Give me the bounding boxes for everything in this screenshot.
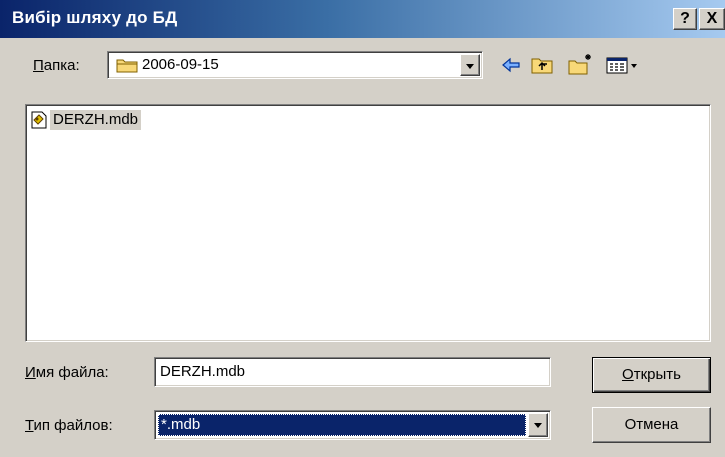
close-button[interactable]: X — [699, 8, 725, 30]
filename-label: Имя файла: — [25, 364, 109, 381]
back-arrow-icon[interactable] — [500, 53, 522, 77]
folder-icon — [116, 59, 138, 73]
up-folder-icon[interactable] — [530, 53, 554, 77]
look-in-combo[interactable]: 2006-09-15 — [107, 51, 483, 79]
filetype-dropdown-button[interactable] — [528, 413, 548, 437]
filetype-label: Тип файлов: — [25, 417, 113, 434]
filetype-selection: *.mdb — [158, 414, 526, 436]
look-in-label: Папка: — [33, 57, 80, 74]
file-name: DERZH.mdb — [50, 110, 142, 130]
file-list[interactable]: DERZH.mdb — [25, 104, 711, 342]
filetype-value: *.mdb — [161, 416, 201, 433]
filetype-combo[interactable]: *.mdb — [154, 410, 551, 440]
file-open-dialog: Вибір шляху до БД ? X Папка: 2006-09-15 — [0, 0, 725, 457]
look-in-dropdown-button[interactable] — [460, 54, 480, 76]
open-button[interactable]: Открыть — [592, 357, 711, 393]
filename-input[interactable]: DERZH.mdb — [154, 357, 551, 387]
new-folder-icon[interactable] — [567, 53, 593, 77]
cancel-button[interactable]: Отмена — [592, 407, 711, 443]
database-file-icon — [31, 111, 47, 129]
look-in-value: 2006-09-15 — [142, 56, 219, 73]
filename-value: DERZH.mdb — [160, 363, 246, 380]
help-button[interactable]: ? — [673, 8, 697, 30]
dialog-title: Вибір шляху до БД — [12, 8, 178, 27]
title-bar[interactable]: Вибір шляху до БД ? X — [0, 0, 725, 38]
view-menu-icon[interactable] — [605, 53, 639, 77]
